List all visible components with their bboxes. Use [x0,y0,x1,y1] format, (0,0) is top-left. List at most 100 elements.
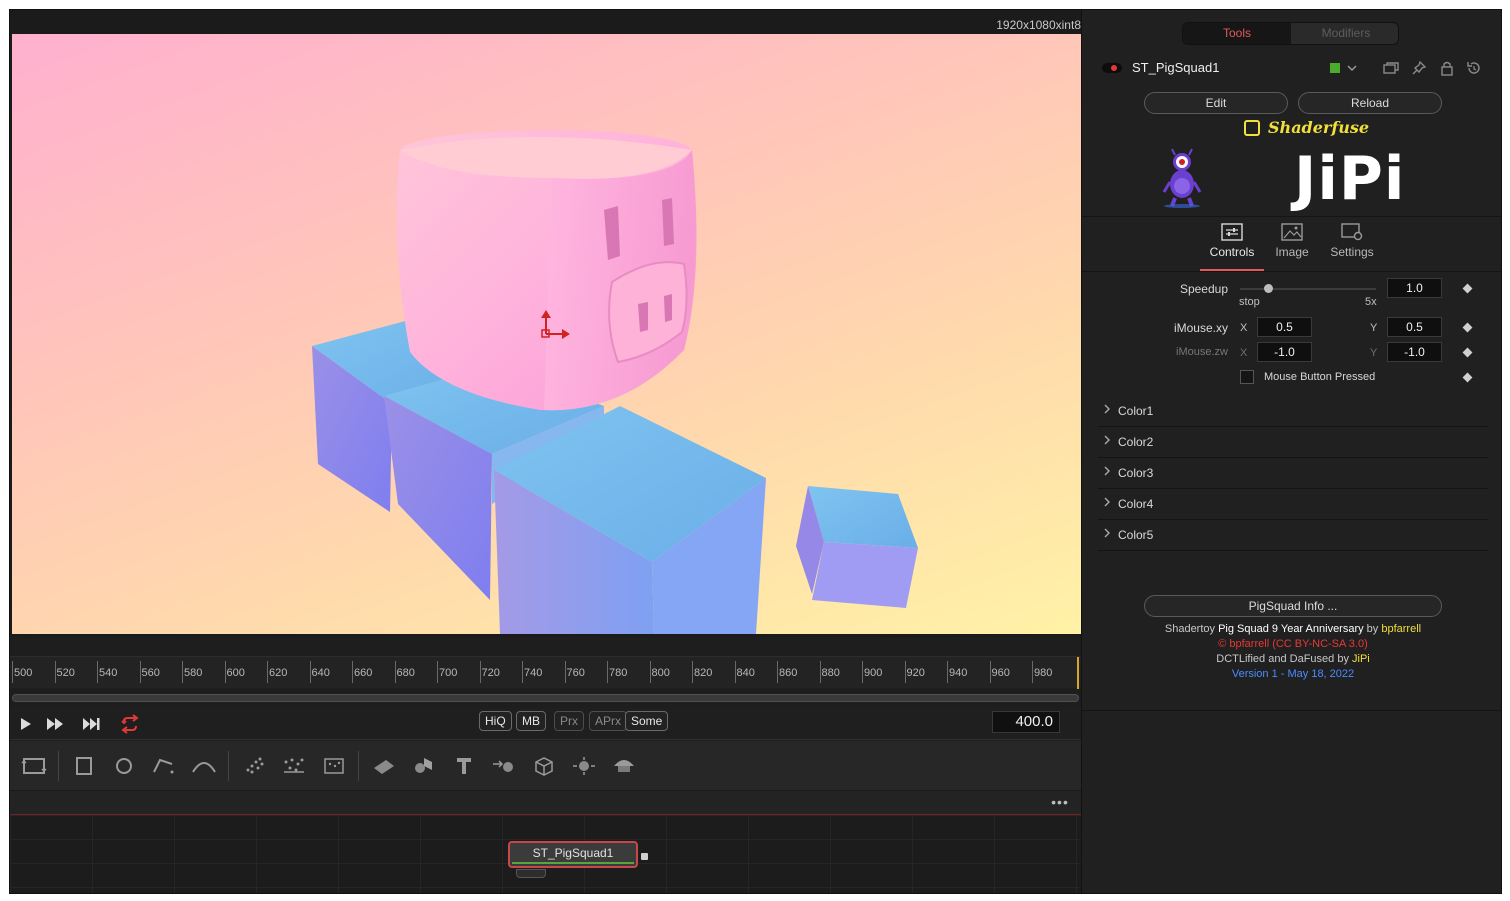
mouse-button-keyframe-button[interactable] [1462,372,1473,383]
group-color5[interactable]: Color5 [1098,520,1488,551]
background-tool[interactable] [20,754,48,778]
image-icon [1281,223,1303,241]
info-text: Shadertoy Pig Squad 9 Year Anniversary b… [1082,622,1501,682]
rectangle-mask-tool[interactable] [70,754,98,778]
group-color3[interactable]: Color3 [1098,458,1488,489]
merge-3d-tool[interactable] [490,754,518,778]
chevron-down-icon[interactable] [1346,58,1358,81]
tab-controls[interactable]: Controls [1202,223,1262,259]
ruler-tick-label: 500 [14,667,33,679]
edit-button[interactable]: Edit [1144,92,1288,114]
group-label: Color1 [1118,404,1154,418]
fast-forward-button[interactable] [44,714,66,734]
speedup-keyframe-button[interactable] [1462,283,1473,294]
image-plane-3d-tool[interactable] [370,754,398,778]
particles-icon [246,757,264,774]
imouse-w-field[interactable]: -1.0 [1387,342,1442,362]
viewer[interactable]: 1920x1080xint8 [10,10,1081,637]
group-label: Color4 [1118,497,1154,511]
pigsquad-info-button[interactable]: PigSquad Info ... [1144,595,1442,617]
go-to-end-button[interactable] [81,714,103,734]
active-tab-indicator [1200,269,1264,271]
node-st-pigsquad1[interactable]: ST_PigSquad1 [508,841,638,868]
ruler-tick [989,661,991,683]
group-color2[interactable]: Color2 [1098,427,1488,458]
author-link[interactable]: bpfarrell [1381,623,1421,635]
motion-blur-toggle[interactable]: MB [516,711,546,731]
hiq-toggle[interactable]: HiQ [479,711,512,731]
jipi-link[interactable]: JiPi [1352,653,1370,665]
mouse-button-pressed-checkbox[interactable] [1240,370,1254,384]
info-text-by: by [1363,623,1382,635]
bspline-mask-tool[interactable] [190,754,218,778]
auto-proxy-toggle[interactable]: APrx [589,711,628,731]
reset-icon[interactable] [1465,60,1483,76]
group-color1[interactable]: Color1 [1098,396,1488,427]
particle-render-tool[interactable] [280,754,308,778]
camera-3d-tool[interactable] [610,754,638,778]
imouse-x-field[interactable]: 0.5 [1257,317,1312,337]
ruler-tick-label: 800 [651,667,670,679]
toolbar-separator [58,751,59,781]
chevron-right-icon [1103,528,1111,541]
selective-update-toggle[interactable]: Some [625,711,669,731]
text-3d-tool[interactable] [450,754,478,778]
speedup-slider-knob[interactable] [1264,284,1273,293]
tool-color-chip[interactable] [1330,63,1340,73]
polygon-icon [153,758,174,774]
loop-button[interactable] [119,714,141,734]
lock-icon[interactable] [1438,60,1456,76]
image-plane-icon [374,760,394,774]
speedup-slider[interactable] [1240,288,1376,290]
toolbar-separator [358,751,359,781]
ruler-tick-label: 640 [311,667,330,679]
ruler-tick [437,661,438,683]
speedup-value-field[interactable]: 1.0 [1387,278,1442,298]
tool-name: ST_PigSquad1 [1132,60,1220,75]
shape-3d-tool[interactable] [410,754,438,778]
shape-3d-icon [415,758,432,773]
particle-render-icon [284,758,304,773]
group-color4[interactable]: Color4 [1098,489,1488,520]
imouse-y-field[interactable]: 0.5 [1387,317,1442,337]
render-canvas[interactable] [12,34,1081,634]
proxy-toggle[interactable]: Prx [554,711,584,731]
imouse-z-label: X [1240,347,1248,359]
time-scrubber[interactable] [12,694,1079,702]
particle-emitter-tool[interactable] [240,754,268,778]
ellipse-mask-tool[interactable] [110,754,138,778]
imouse-zw-keyframe-button[interactable] [1462,347,1473,358]
particle-image-tool[interactable] [320,754,348,778]
imouse-xy-keyframe-button[interactable] [1462,322,1473,333]
more-options-button[interactable]: ••• [1047,793,1073,813]
play-button[interactable] [14,714,36,734]
node-editor[interactable]: ST_PigSquad1 [10,815,1081,893]
tab-modifiers[interactable]: Modifiers [1292,23,1398,44]
tool-enable-toggle[interactable] [1102,63,1122,73]
ruler-tick [97,661,98,683]
spot-light-tool[interactable] [570,754,598,778]
ellipse-icon [116,758,132,774]
versions-icon[interactable] [1382,60,1400,76]
node-output-port[interactable] [641,853,648,860]
tab-settings[interactable]: Settings [1322,223,1382,259]
ruler-tick [692,661,693,683]
shader-title-link[interactable]: Pig Squad 9 Year Anniversary [1218,623,1364,635]
polygon-mask-tool[interactable] [150,754,178,778]
timeline-ruler[interactable]: 500 520 540 560 580 600 620 640 660 680 700 720 740 7… [10,656,1081,689]
skip-end-icon [83,718,100,730]
current-frame-field[interactable]: 400.0 [992,711,1060,733]
cube-icon [535,757,553,776]
version-text: Version 1 - May 18, 2022 [1231,668,1355,680]
tab-tools[interactable]: Tools [1183,23,1291,44]
node-input-ports[interactable] [516,869,546,878]
tab-image[interactable]: Image [1262,223,1322,259]
pin-icon[interactable] [1410,60,1428,76]
jipi-logo: JiPi [1294,144,1406,214]
imouse-z-field[interactable]: -1.0 [1257,342,1312,362]
imouse-x-label: X [1240,322,1248,334]
speedup-label: Speedup [1179,282,1228,296]
renderer-3d-tool[interactable] [530,754,558,778]
playhead[interactable] [1077,657,1079,689]
reload-button[interactable]: Reload [1298,92,1442,114]
